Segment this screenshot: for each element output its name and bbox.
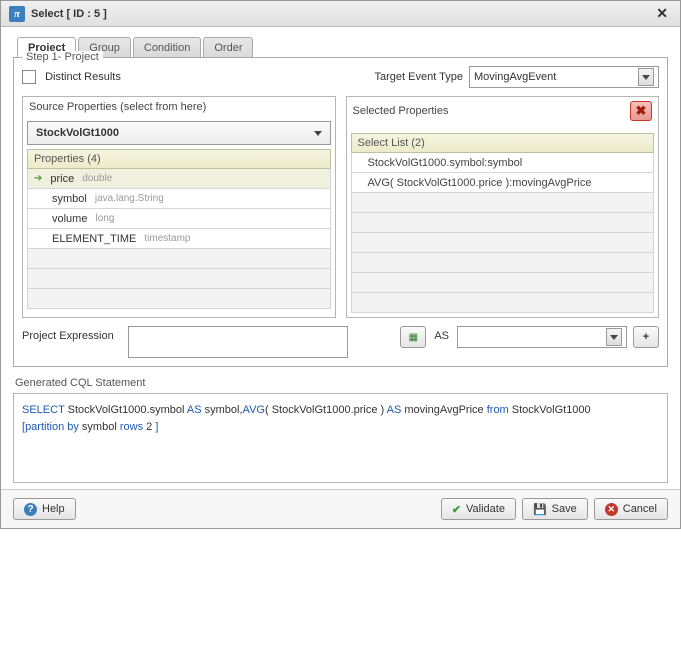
delete-button[interactable]: ✖ (630, 101, 652, 121)
property-name: ELEMENT_TIME (52, 233, 136, 245)
selected-property-row[interactable]: StockVolGt1000.symbol:symbol (351, 153, 655, 173)
arrow-right-icon: ➔ (34, 173, 42, 184)
table-row (27, 289, 331, 309)
floppy-icon: 💾 (533, 503, 547, 516)
target-event-value: MovingAvgEvent (474, 71, 556, 83)
property-name: symbol (52, 193, 87, 205)
validate-button[interactable]: ✔ Validate (441, 498, 516, 520)
help-button[interactable]: ? Help (13, 498, 76, 520)
target-event-label: Target Event Type (375, 71, 463, 83)
properties-header: Properties (4) (27, 149, 331, 169)
validate-label: Validate (466, 503, 505, 515)
close-icon[interactable]: ✕ (652, 5, 672, 22)
help-label: Help (42, 503, 65, 515)
target-event-select[interactable]: MovingAvgEvent (469, 66, 659, 88)
pi-icon: π (9, 6, 25, 22)
table-row (351, 293, 655, 313)
tab-order[interactable]: Order (203, 37, 253, 58)
select-list-header: Select List (2) (351, 133, 655, 153)
table-row (351, 213, 655, 233)
project-expression-label: Project Expression (22, 326, 122, 342)
cql-label: Generated CQL Statement (15, 377, 668, 389)
table-row (351, 193, 655, 213)
source-select-value: StockVolGt1000 (36, 127, 119, 139)
source-select[interactable]: StockVolGt1000 (27, 121, 331, 145)
source-panel-title: Source Properties (select from here) (29, 101, 206, 113)
property-type: java.lang.String (95, 193, 164, 204)
table-row (27, 249, 331, 269)
distinct-label: Distinct Results (45, 71, 121, 83)
source-property-row[interactable]: ➔ price double (27, 169, 331, 189)
property-type: double (82, 173, 112, 184)
function-button[interactable]: ▦ (400, 326, 426, 348)
add-button[interactable]: + (633, 326, 659, 348)
source-property-row[interactable]: volume long (27, 209, 331, 229)
chevron-down-icon (638, 68, 654, 86)
project-expression-input[interactable] (128, 326, 348, 358)
cql-statement: SELECT StockVolGt1000.symbol AS symbol,A… (13, 393, 668, 483)
x-icon: ✖ (636, 103, 647, 119)
check-icon: ✔ (452, 503, 461, 516)
as-label: AS (432, 326, 451, 342)
cancel-button[interactable]: ✕ Cancel (594, 498, 668, 520)
cancel-icon: ✕ (605, 503, 618, 516)
cancel-label: Cancel (623, 503, 657, 515)
distinct-checkbox[interactable] (22, 70, 36, 84)
selected-panel-title: Selected Properties (353, 105, 449, 117)
property-name: price (50, 173, 74, 185)
help-icon: ? (24, 503, 37, 516)
save-label: Save (552, 503, 577, 515)
save-button[interactable]: 💾 Save (522, 498, 588, 520)
as-select[interactable] (457, 326, 627, 348)
table-row (351, 233, 655, 253)
property-type: long (95, 213, 114, 224)
chevron-down-icon (314, 131, 322, 136)
table-row (351, 253, 655, 273)
tab-condition[interactable]: Condition (133, 37, 201, 58)
property-name: volume (52, 213, 87, 225)
table-row (27, 269, 331, 289)
table-row (351, 273, 655, 293)
source-property-row[interactable]: ELEMENT_TIME timestamp (27, 229, 331, 249)
step-label: Step 1- Project (22, 51, 103, 63)
property-type: timestamp (144, 233, 190, 244)
selected-property-row[interactable]: AVG( StockVolGt1000.price ):movingAvgPri… (351, 173, 655, 193)
dialog-title: Select [ ID : 5 ] (31, 8, 107, 20)
source-property-row[interactable]: symbol java.lang.String (27, 189, 331, 209)
chevron-down-icon (606, 328, 622, 346)
calculator-icon: ▦ (409, 332, 418, 343)
